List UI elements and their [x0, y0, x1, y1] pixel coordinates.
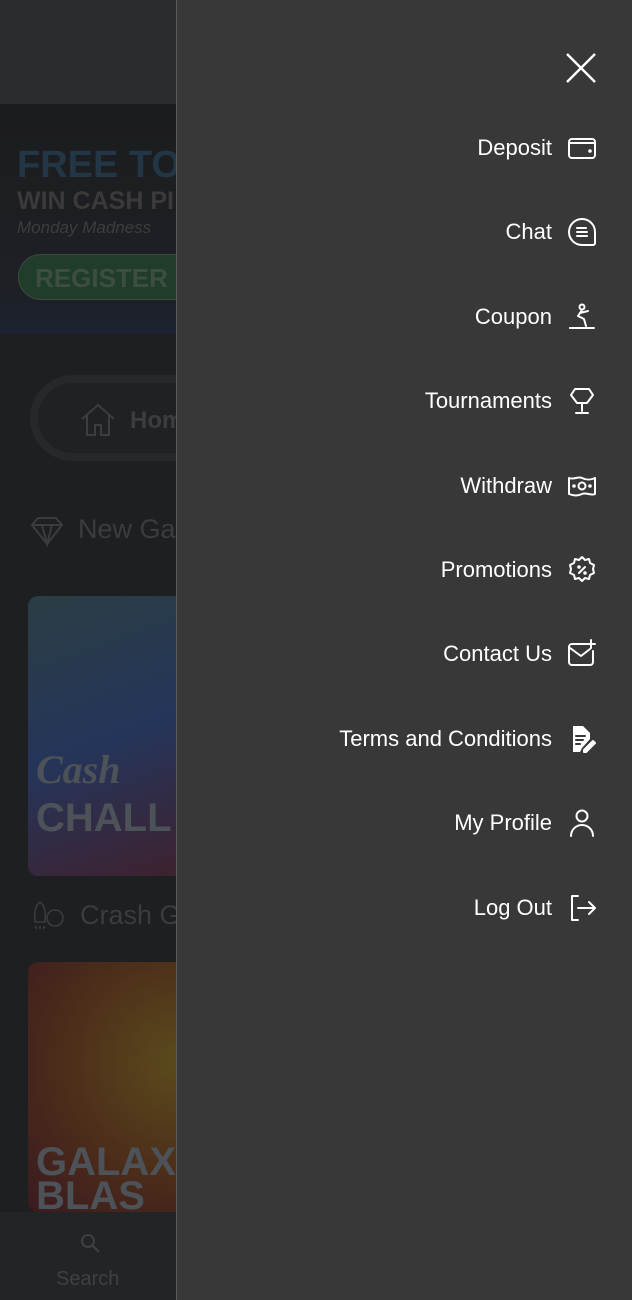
- rocket-dollar-icon: [33, 900, 64, 929]
- section-crash-games: Crash G: [30, 900, 181, 934]
- card-subtitle: CHALL: [36, 796, 172, 840]
- section-label: Crash G: [80, 900, 181, 931]
- menu-item-coupon[interactable]: Coupon: [475, 297, 598, 337]
- menu-item-label: Deposit: [477, 135, 552, 160]
- menu-item-my-profile[interactable]: My Profile: [454, 803, 598, 843]
- discount-badge-icon: [569, 556, 595, 582]
- menu-item-label: Terms and Conditions: [339, 725, 552, 751]
- trophy-icon: [570, 388, 594, 415]
- menu-item-label: Chat: [505, 219, 552, 245]
- search-nav-label: Search: [56, 1268, 120, 1290]
- banner-subheadline: WIN CASH PI: [17, 187, 174, 215]
- menu-item-label: My Profile: [454, 810, 552, 836]
- side-menu-drawer: Deposit Chat Coupon Tournaments Withdraw Prom…: [176, 0, 632, 1300]
- coupon-icon: [569, 303, 595, 329]
- menu-item-terms-and-conditions[interactable]: Terms and Conditions: [339, 719, 598, 759]
- mail-plus-icon: [568, 639, 596, 667]
- menu-item-chat[interactable]: Chat: [506, 212, 598, 252]
- menu-item-label: Coupon: [474, 303, 552, 329]
- user-icon: [570, 809, 594, 838]
- wallet-icon: [568, 138, 596, 159]
- menu-item-tournaments[interactable]: Tournaments: [425, 381, 598, 421]
- section-new-games: New Ga: [30, 514, 176, 548]
- menu-item-label: Contact Us: [443, 641, 552, 667]
- banner-headline: FREE TO: [17, 144, 181, 186]
- logout-icon: [571, 894, 596, 921]
- search-icon: [81, 1234, 100, 1253]
- menu-item-withdraw[interactable]: Withdraw: [460, 466, 598, 506]
- menu-item-contact-us[interactable]: Contact Us: [443, 634, 598, 674]
- menu-item-label: Tournaments: [424, 388, 552, 414]
- card-title: Cash: [36, 747, 121, 792]
- close-icon[interactable]: [563, 50, 599, 86]
- chat-icon: [568, 218, 596, 247]
- money-icon: [568, 476, 596, 497]
- diamond-icon: [30, 516, 64, 548]
- section-label: New Ga: [78, 514, 176, 544]
- menu-item-label: Promotions: [440, 557, 552, 582]
- home-icon: [81, 403, 115, 436]
- menu-item-log-out[interactable]: Log Out: [474, 888, 598, 928]
- menu-item-deposit[interactable]: Deposit: [477, 128, 598, 168]
- menu-item-label: Withdraw: [460, 472, 552, 498]
- menu-item-label: Log Out: [473, 894, 552, 920]
- banner-caption: Monday Madness: [17, 218, 152, 237]
- document-edit-icon: [573, 725, 596, 753]
- menu-item-promotions[interactable]: Promotions: [441, 550, 598, 590]
